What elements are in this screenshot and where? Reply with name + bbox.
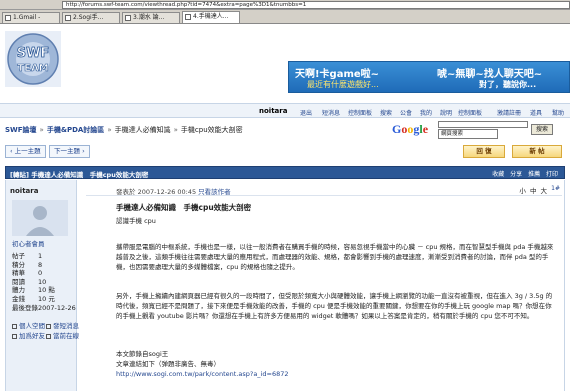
- font-size-control[interactable]: 小 中 大 1#: [519, 185, 560, 195]
- user-rank: 初心者會員: [12, 240, 45, 248]
- new-post-button[interactable]: 新 帖: [512, 145, 562, 158]
- post-source: 本文節錄自sogi王 文章連結如下（弹題非廣告、無毒） http://www.s…: [116, 350, 289, 379]
- thread-header: [轉貼] 手機達人必備知識 手機cpu效能大剖密 收藏 分享 推薦 打印: [5, 166, 565, 179]
- nav-logout[interactable]: 退出: [300, 108, 312, 117]
- stat-row: 積分 8: [12, 260, 43, 269]
- search-button[interactable]: 搜索: [531, 124, 553, 135]
- breadcrumb: SWF論壇» 手機&PDA討論區» 手機達人必備知識» 手機cpu效能大剖密: [5, 126, 243, 134]
- post-author-panel: noitara 初心者會員 帖子 1 積分 8 精華 0 閱讀 10 體力 10 點 金錢…: [6, 180, 79, 391]
- search-scope-select[interactable]: 網頁搜索: [438, 129, 498, 139]
- post-author-name[interactable]: noitara: [10, 187, 38, 195]
- forum-top-nav: noitara 退出 短消息 控制面板 搜索 公會 我的 說明 控制面板 激請註…: [0, 103, 570, 118]
- breadcrumb-home[interactable]: SWF論壇: [5, 126, 37, 134]
- user-stats: 帖子 1 積分 8 精華 0 閱讀 10 體力 10 點 金錢 10 元 最後登錄 2007-…: [12, 252, 76, 312]
- link-space[interactable]: 個人空間: [12, 321, 45, 331]
- browser-address-bar: http://forums.swf-team.com/viewthread.ph…: [0, 0, 570, 10]
- post-title: 手機達人必備知識 手機cpu效能大剖密: [116, 203, 252, 212]
- nav-control-panel[interactable]: 控制面板: [348, 108, 372, 117]
- favicon-icon: [5, 15, 11, 21]
- mail-icon: [46, 323, 51, 329]
- breadcrumb-board[interactable]: 手機&PDA討論區: [47, 126, 104, 134]
- browser-tab-sogi[interactable]: 2.Sogi手...: [62, 12, 120, 23]
- address-input[interactable]: http://forums.swf-team.com/viewthread.ph…: [62, 1, 570, 9]
- favicon-icon: [185, 14, 191, 20]
- svg-text:TEAM: TEAM: [17, 63, 48, 74]
- link-online[interactable]: 當前在線: [46, 331, 79, 341]
- favicon-icon: [125, 15, 131, 21]
- nav-guild[interactable]: 公會: [400, 108, 412, 117]
- link-message[interactable]: 發短消息: [46, 321, 79, 331]
- stat-row: 精華 0: [12, 269, 43, 278]
- source-link[interactable]: http://www.sogi.com.tw/park/content.asp?…: [116, 369, 288, 379]
- breadcrumb-current: 手機cpu效能大剖密: [180, 126, 243, 134]
- avatar: [12, 200, 68, 236]
- browser-tab-gmail[interactable]: 1.Gmail -: [2, 12, 60, 23]
- browser-tab-active[interactable]: 4.手機達人...: [182, 11, 240, 23]
- breadcrumb-subboard[interactable]: 手機達人必備知識: [115, 126, 171, 134]
- stat-row: 最後登錄 2007-12-26: [12, 303, 76, 312]
- post-paragraph-1: 攜帶服是電腦的中樞系統，手機也是一樣，以往一般消費者在購買手機的時候，容易忽視手…: [116, 243, 554, 271]
- stat-row: 金錢 10 元: [12, 294, 55, 303]
- post: noitara 初心者會員 帖子 1 積分 8 精華 0 閱讀 10 體力 10 點 金錢…: [5, 180, 565, 391]
- advert-banner[interactable]: 天啊!卡game啦~ 最近有什麼遊戲好... 唬~無聊~找人聊天吧~ 對了，聽說…: [288, 61, 570, 93]
- nav-items[interactable]: 道具: [530, 108, 542, 117]
- nav-search[interactable]: 搜索: [380, 108, 392, 117]
- next-thread-button[interactable]: 下一主題 ›: [49, 145, 90, 158]
- current-username[interactable]: noitara: [259, 107, 287, 115]
- online-icon: [46, 333, 51, 339]
- nav-invite[interactable]: 激請註冊: [497, 108, 521, 117]
- svg-text:SWF: SWF: [17, 46, 50, 61]
- site-banner: SWF TEAM 天啊!卡game啦~ 最近有什麼遊戲好... 唬~無聊~找人聊…: [0, 25, 570, 95]
- browser-tab-forum[interactable]: 3.潮水 論...: [122, 12, 180, 23]
- thread-title: [轉貼] 手機達人必備知識 手機cpu效能大剖密: [10, 171, 149, 179]
- swf-team-logo[interactable]: SWF TEAM: [3, 29, 63, 89]
- stat-row: 體力 10 點: [12, 286, 55, 295]
- post-paragraph-2: 另外，手機上擁續內建網頁器已經有很久的一段時間了，但受限於頻寬大小與硬體效能，讓…: [116, 292, 553, 320]
- link-add-friend[interactable]: 加爲好友: [12, 331, 45, 341]
- post-content: 發表於 2007-12-26 00:45 只看該作者 小 中 大 1# 手機達人必…: [86, 180, 562, 391]
- divider: [86, 195, 562, 196]
- nav-control-panel-2[interactable]: 控制面板: [458, 108, 482, 117]
- floor-number: 1#: [551, 185, 560, 192]
- nav-help-short[interactable]: 說明: [440, 108, 452, 117]
- google-search-box: Google 網頁搜索 搜索: [392, 121, 570, 139]
- browser-tab-strip: 1.Gmail - 2.Sogi手... 3.潮水 論... 4.手機達人...: [0, 10, 570, 24]
- favicon-icon: [65, 15, 71, 21]
- search-input[interactable]: [438, 121, 528, 128]
- reply-button[interactable]: 回 復: [463, 145, 505, 158]
- thread-operations[interactable]: 收藏 分享 推薦 打印: [492, 169, 558, 178]
- home-icon: [12, 323, 17, 329]
- add-friend-icon: [12, 333, 17, 339]
- nav-help[interactable]: 幫助: [552, 108, 564, 117]
- post-subtitle: 認識手機 cpu: [116, 217, 156, 225]
- prev-thread-button[interactable]: ‹ 上一主題: [5, 145, 46, 158]
- google-logo: Google: [392, 122, 429, 136]
- nav-messages[interactable]: 短消息: [322, 108, 340, 117]
- stat-row: 帖子 1: [12, 252, 43, 260]
- nav-mine[interactable]: 我的: [420, 108, 432, 117]
- thread-pager: ‹ 上一主題 下一主題 › 回 復 新 帖: [5, 145, 565, 159]
